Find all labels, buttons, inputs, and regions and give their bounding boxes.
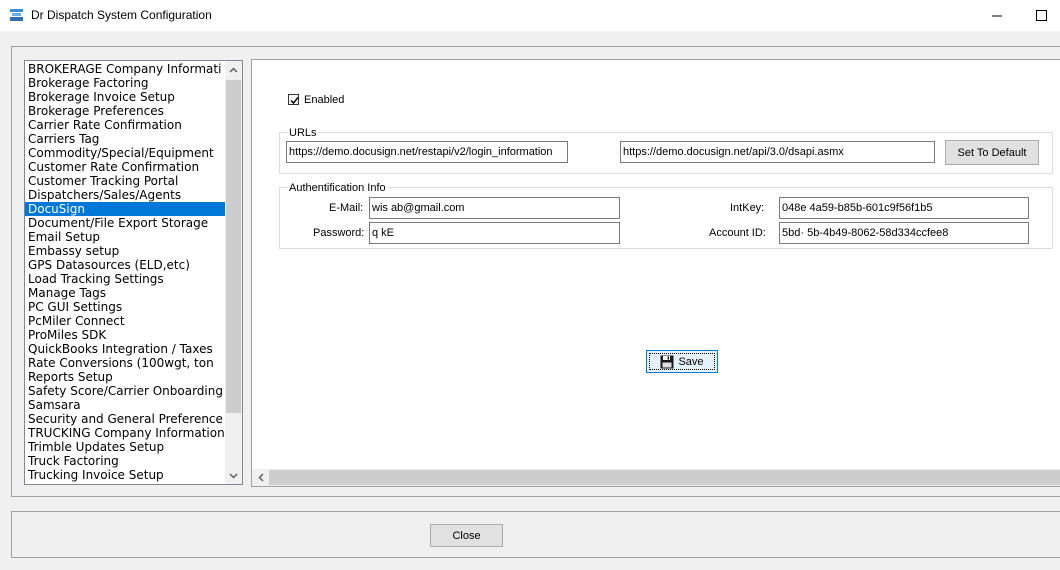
list-scrollbar[interactable] [225,61,242,484]
sidebar-item[interactable]: Brokerage Invoice Setup [25,90,225,104]
save-button[interactable]: Save [646,350,718,373]
sidebar-item[interactable]: Brokerage Factoring [25,76,225,90]
account-id-field[interactable]: 5bd· 5b-4b49-8062-58d334ccfee8 [779,222,1029,244]
intkey-field[interactable]: 048e 4a59-b85b-601c9f56f1b5 [779,197,1029,219]
floppy-disk-icon [660,355,674,368]
maximize-button[interactable] [1018,0,1060,31]
maximize-icon [1035,10,1047,21]
sidebar-item[interactable]: Safety Score/Carrier Onboarding [25,384,225,398]
sidebar-item[interactable]: BROKERAGE Company Informati [25,62,225,76]
email-field[interactable]: wis ab@gmail.com [369,197,620,219]
window-title: Dr Dispatch System Configuration [31,8,212,22]
sidebar-item[interactable]: ProMiles SDK [25,328,225,342]
panel-horizontal-scrollbar[interactable] [252,469,1060,486]
sidebar-item[interactable]: Customer Rate Confirmation [25,160,225,174]
sidebar-item[interactable]: PC GUI Settings [25,300,225,314]
sidebar-item[interactable]: Truck Factoring [25,454,225,468]
scroll-up-arrow-icon[interactable] [225,61,242,78]
list-scroll-thumb[interactable] [226,80,241,413]
sidebar-item[interactable]: GPS Datasources (ELD,etc) [25,258,225,272]
sidebar-item[interactable]: TRUCKING Company Information [25,426,225,440]
app-icon [9,8,24,22]
scroll-left-arrow-icon[interactable] [252,469,269,486]
category-list-items: BROKERAGE Company Informati Brokerage Fac… [25,62,225,482]
sidebar-item[interactable]: Brokerage Preferences [25,104,225,118]
sidebar-item[interactable]: Samsara [25,398,225,412]
scroll-down-arrow-icon[interactable] [225,467,242,484]
category-list[interactable]: BROKERAGE Company Informati Brokerage Fac… [24,60,243,485]
minimize-icon [992,15,1002,16]
password-field[interactable]: q kE [369,222,620,244]
set-to-default-button[interactable]: Set To Default [945,140,1039,165]
sidebar-item[interactable]: Reports Setup [25,370,225,384]
sidebar-item[interactable]: Manage Tags [25,286,225,300]
sidebar-item[interactable]: Carrier Rate Confirmation [25,118,225,132]
settings-panel [251,59,1060,487]
sidebar-item[interactable]: Security and General Preference [25,412,225,426]
title-bar: Dr Dispatch System Configuration [0,0,1060,31]
password-label: Password: [313,227,365,239]
sidebar-item[interactable]: QuickBooks Integration / Taxes [25,342,225,356]
checkmark-icon [290,97,299,105]
sidebar-item[interactable]: Trucking Invoice Setup [25,468,225,482]
urls-group-label: URLs [288,127,318,139]
sidebar-item[interactable]: Rate Conversions (100wgt, ton [25,356,225,370]
footer-panel [11,511,1060,558]
save-label: Save [678,355,704,368]
sidebar-item[interactable]: Customer Tracking Portal [25,174,225,188]
enabled-label: Enabled [304,94,345,106]
horizontal-scroll-thumb[interactable] [269,470,1060,485]
close-button[interactable]: Close [430,524,503,547]
account-id-label: Account ID: [709,227,766,239]
email-label: E-Mail: [329,202,364,214]
auth-group-label: Authentification Info [288,182,387,194]
sidebar-item[interactable]: Trimble Updates Setup [25,440,225,454]
sidebar-item[interactable]: Load Tracking Settings [25,272,225,286]
set-to-default-label: Set To Default [957,146,1027,159]
login-url-input[interactable]: https://demo.docusign.net/restapi/v2/log… [286,141,568,163]
sidebar-item[interactable]: Commodity/Special/Equipment [25,146,225,160]
sidebar-item[interactable]: Email Setup [25,230,225,244]
sidebar-item[interactable]: Embassy setup [25,244,225,258]
enabled-checkbox[interactable] [288,94,299,105]
minimize-button[interactable] [974,0,1020,31]
sidebar-item[interactable]: Document/File Export Storage [25,216,225,230]
sidebar-item[interactable]: Dispatchers/Sales/Agents [25,188,225,202]
close-label: Close [452,529,481,542]
sidebar-item[interactable]: PcMiler Connect [25,314,225,328]
intkey-label: IntKey: [730,202,765,214]
api-url-input[interactable]: https://demo.docusign.net/api/3.0/dsapi.… [620,141,935,163]
sidebar-item[interactable]: Carriers Tag [25,132,225,146]
sidebar-item[interactable]: DocuSign [25,202,225,216]
